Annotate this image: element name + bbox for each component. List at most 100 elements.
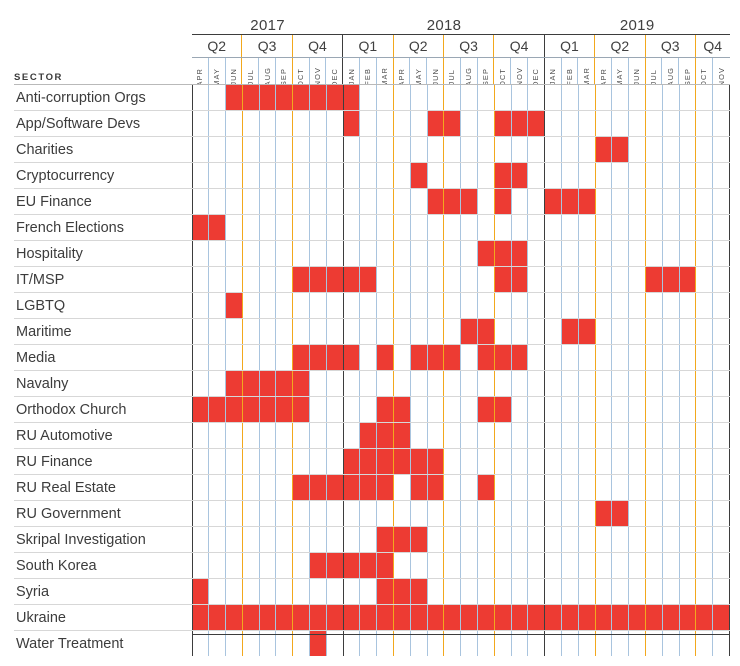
empty-cell[interactable] [360,85,378,110]
empty-cell[interactable] [511,527,529,552]
empty-cell[interactable] [444,527,462,552]
empty-cell[interactable] [629,449,647,474]
empty-cell[interactable] [444,137,462,162]
empty-cell[interactable] [662,319,680,344]
empty-cell[interactable] [545,397,563,422]
empty-cell[interactable] [612,449,630,474]
active-cell[interactable] [494,189,512,214]
empty-cell[interactable] [713,85,730,110]
empty-cell[interactable] [646,137,663,162]
empty-cell[interactable] [662,345,680,370]
empty-cell[interactable] [427,397,445,422]
empty-cell[interactable] [394,189,411,214]
empty-cell[interactable] [562,267,579,292]
active-cell[interactable] [209,215,227,240]
active-cell[interactable] [545,189,563,214]
table-row[interactable]: Media [14,344,730,370]
empty-cell[interactable] [595,371,613,396]
empty-cell[interactable] [646,423,663,448]
active-cell[interactable] [394,397,411,422]
empty-cell[interactable] [226,423,243,448]
empty-cell[interactable] [629,423,647,448]
empty-cell[interactable] [595,267,613,292]
empty-cell[interactable] [276,111,294,136]
empty-cell[interactable] [377,189,395,214]
empty-cell[interactable] [679,85,697,110]
empty-cell[interactable] [394,319,411,344]
empty-cell[interactable] [595,553,613,578]
empty-cell[interactable] [662,397,680,422]
active-cell[interactable] [562,189,579,214]
active-cell[interactable] [679,605,697,630]
table-row[interactable]: Charities [14,136,730,162]
empty-cell[interactable] [192,345,210,370]
empty-cell[interactable] [646,397,663,422]
active-cell[interactable] [360,605,378,630]
empty-cell[interactable] [461,111,479,136]
active-cell[interactable] [377,605,395,630]
active-cell[interactable] [310,345,327,370]
empty-cell[interactable] [528,137,546,162]
empty-cell[interactable] [444,475,462,500]
empty-cell[interactable] [410,553,428,578]
empty-cell[interactable] [629,319,647,344]
active-cell[interactable] [562,319,579,344]
empty-cell[interactable] [209,111,227,136]
empty-cell[interactable] [192,449,210,474]
empty-cell[interactable] [192,267,210,292]
active-cell[interactable] [545,605,563,630]
empty-cell[interactable] [713,293,730,318]
empty-cell[interactable] [326,449,344,474]
empty-cell[interactable] [679,215,697,240]
empty-cell[interactable] [326,371,344,396]
empty-cell[interactable] [595,189,613,214]
empty-cell[interactable] [209,423,227,448]
empty-cell[interactable] [192,371,210,396]
empty-cell[interactable] [511,371,529,396]
empty-cell[interactable] [528,423,546,448]
empty-cell[interactable] [444,293,462,318]
empty-cell[interactable] [444,449,462,474]
empty-cell[interactable] [427,137,445,162]
empty-cell[interactable] [192,137,210,162]
empty-cell[interactable] [578,501,596,526]
empty-cell[interactable] [461,345,479,370]
empty-cell[interactable] [545,371,563,396]
empty-cell[interactable] [478,527,495,552]
empty-cell[interactable] [226,215,243,240]
empty-cell[interactable] [562,137,579,162]
empty-cell[interactable] [276,319,294,344]
empty-cell[interactable] [713,267,730,292]
empty-cell[interactable] [612,423,630,448]
empty-cell[interactable] [662,475,680,500]
empty-cell[interactable] [595,475,613,500]
empty-cell[interactable] [192,163,210,188]
empty-cell[interactable] [679,345,697,370]
empty-cell[interactable] [209,501,227,526]
empty-cell[interactable] [562,293,579,318]
empty-cell[interactable] [595,215,613,240]
table-row[interactable]: RU Automotive [14,422,730,448]
empty-cell[interactable] [562,345,579,370]
empty-cell[interactable] [343,241,361,266]
active-cell[interactable] [276,397,294,422]
active-cell[interactable] [696,605,714,630]
active-cell[interactable] [192,605,210,630]
empty-cell[interactable] [696,501,714,526]
empty-cell[interactable] [545,501,563,526]
table-row[interactable]: South Korea [14,552,730,578]
empty-cell[interactable] [259,137,277,162]
empty-cell[interactable] [209,85,227,110]
empty-cell[interactable] [226,189,243,214]
empty-cell[interactable] [679,501,697,526]
empty-cell[interactable] [679,163,697,188]
empty-cell[interactable] [662,293,680,318]
empty-cell[interactable] [343,215,361,240]
empty-cell[interactable] [662,423,680,448]
empty-cell[interactable] [578,163,596,188]
empty-cell[interactable] [578,215,596,240]
active-cell[interactable] [427,345,445,370]
empty-cell[interactable] [209,293,227,318]
empty-cell[interactable] [696,293,714,318]
empty-cell[interactable] [595,527,613,552]
